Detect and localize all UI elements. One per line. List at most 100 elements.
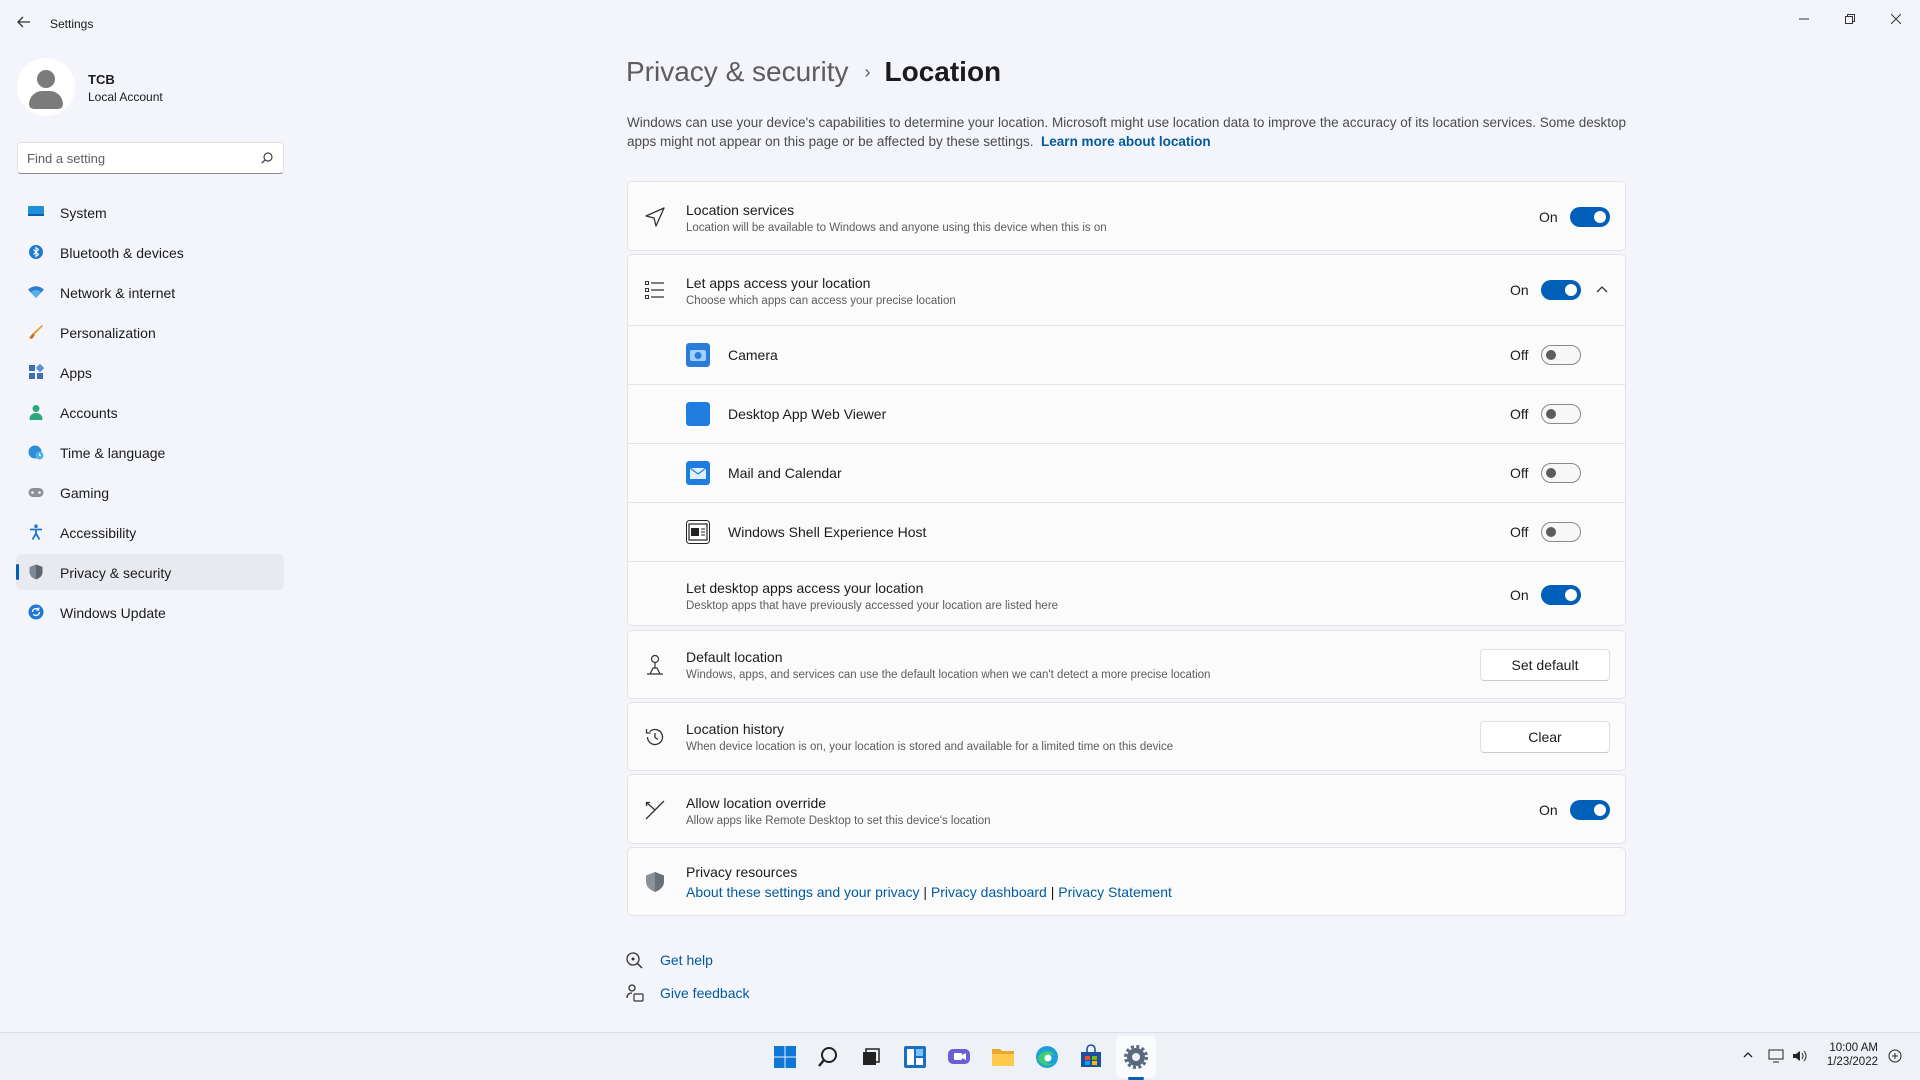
edge-icon[interactable] [1033,1043,1061,1071]
widgets-icon[interactable] [901,1043,929,1071]
clear-history-button[interactable]: Clear [1480,721,1610,753]
store-icon[interactable] [1077,1043,1105,1071]
shield-icon [646,872,664,892]
get-help-link[interactable]: Get help [660,952,713,968]
desktop-apps-state: On [1510,587,1529,603]
mail-toggle[interactable] [1541,463,1581,483]
history-icon [645,728,664,746]
default-location-subtitle: Windows, apps, and services can use the … [686,669,1211,681]
location-history-title: Location history [686,721,785,737]
mail-app-icon [686,461,710,485]
app-state: Off [1510,524,1529,540]
camera-app-icon [686,343,710,367]
app-row-camera: Camera Off [628,326,1625,384]
task-view-icon[interactable] [857,1043,885,1071]
globe-clock-icon [28,445,44,460]
location-override-toggle[interactable] [1570,800,1610,820]
sidebar-item-system[interactable]: System [16,194,284,230]
shield-icon [29,564,43,580]
update-icon [28,604,44,620]
chevron-up-icon[interactable] [1596,285,1608,293]
location-override-subtitle: Allow apps like Remote Desktop to set th… [686,815,991,827]
page-description: Windows can use your device's capabiliti… [627,113,1627,151]
settings-icon[interactable] [1122,1043,1150,1071]
app-state: Off [1510,347,1529,363]
sidebar-item-label: Windows Update [60,605,166,621]
network-icon[interactable] [1768,1049,1784,1063]
breadcrumb: Privacy & security › Location [626,56,1001,96]
location-services-toggle[interactable] [1570,207,1610,227]
web-viewer-toggle[interactable] [1541,404,1581,424]
learn-more-link[interactable]: Learn more about location [1041,134,1211,149]
desktop-apps-subtitle: Desktop apps that have previously access… [686,600,1059,612]
app-state: Off [1510,465,1529,481]
feedback-icon [626,984,644,1002]
back-arrow-icon[interactable] [14,14,34,34]
app-name: Desktop App Web Viewer [728,406,887,422]
search-icon[interactable] [814,1043,842,1071]
app-access-subtitle: Choose which apps can access your precis… [686,295,956,307]
app-access-card: Let apps access your location Choose whi… [627,254,1626,626]
web-viewer-app-icon [686,402,710,426]
location-override-card: Allow location override Allow apps like … [627,774,1626,844]
app-name: Camera [728,347,778,363]
user-profile[interactable]: TCB Local Account [17,58,297,116]
brush-icon [29,325,43,339]
sidebar-item-label: Time & language [60,445,166,461]
search-input[interactable] [27,143,247,173]
sidebar-item-label: System [60,205,107,221]
desktop-apps-toggle[interactable] [1541,585,1581,605]
close-icon[interactable] [1874,6,1918,34]
camera-toggle[interactable] [1541,345,1581,365]
volume-icon[interactable] [1792,1049,1808,1063]
sidebar-item-gaming[interactable]: Gaming [16,474,284,510]
sidebar-item-accounts[interactable]: Accounts [16,394,284,430]
shell-host-toggle[interactable] [1541,522,1581,542]
app-access-header[interactable]: Let apps access your location Choose whi… [628,255,1625,325]
sidebar-item-label: Gaming [60,485,110,501]
sidebar-item-label: Accessibility [60,525,137,541]
sidebar-item-time-language[interactable]: Time & language [16,434,284,470]
search-icon[interactable] [261,152,273,164]
title-bar: Settings [0,0,1920,48]
sidebar-item-windows-update[interactable]: Windows Update [16,594,284,630]
location-services-card: Location services Location will be avail… [627,181,1626,251]
bluetooth-icon [29,245,43,259]
location-override-state: On [1539,802,1558,818]
about-settings-privacy-link[interactable]: About these settings and your privacy [686,884,919,900]
app-access-toggle[interactable] [1541,280,1581,300]
restore-icon[interactable] [1828,6,1872,34]
notification-icon[interactable] [1888,1049,1902,1063]
minimize-icon[interactable] [1782,6,1826,34]
privacy-dashboard-link[interactable]: Privacy dashboard [931,884,1047,900]
search-box [17,142,284,174]
sidebar-item-apps[interactable]: Apps [16,354,284,390]
app-title: Settings [50,17,94,31]
windows-start-icon[interactable] [771,1043,799,1071]
taskbar-clock[interactable]: 10:00 AM 1/23/2022 [1827,1041,1878,1069]
chat-icon[interactable] [945,1043,973,1071]
default-location-card: Default location Windows, apps, and serv… [627,630,1626,699]
app-state: Off [1510,406,1529,422]
sidebar-item-network[interactable]: Network & internet [16,274,284,310]
privacy-resources-title: Privacy resources [686,864,798,880]
app-name: Windows Shell Experience Host [728,524,927,540]
map-pin-person-icon [647,654,663,675]
breadcrumb-parent[interactable]: Privacy & security [626,56,849,87]
location-services-title: Location services [686,202,795,218]
shell-host-app-icon [686,520,710,544]
sidebar-item-label: Network & internet [60,285,176,301]
file-explorer-icon[interactable] [989,1043,1017,1071]
desktop-apps-row: Let desktop apps access your location De… [628,562,1625,626]
privacy-statement-link[interactable]: Privacy Statement [1058,884,1172,900]
tray-overflow-chevron-icon[interactable] [1742,1049,1754,1061]
set-default-button[interactable]: Set default [1480,649,1610,681]
breadcrumb-separator: › [864,61,871,82]
sidebar-item-bluetooth[interactable]: Bluetooth & devices [16,234,284,270]
sidebar-item-personalization[interactable]: Personalization [16,314,284,350]
give-feedback-link[interactable]: Give feedback [660,985,750,1001]
navigation-arrow-icon [645,207,665,227]
sidebar-item-privacy-security[interactable]: Privacy & security [16,554,284,590]
sidebar-item-accessibility[interactable]: Accessibility [16,514,284,550]
link-separator: | [923,884,927,900]
